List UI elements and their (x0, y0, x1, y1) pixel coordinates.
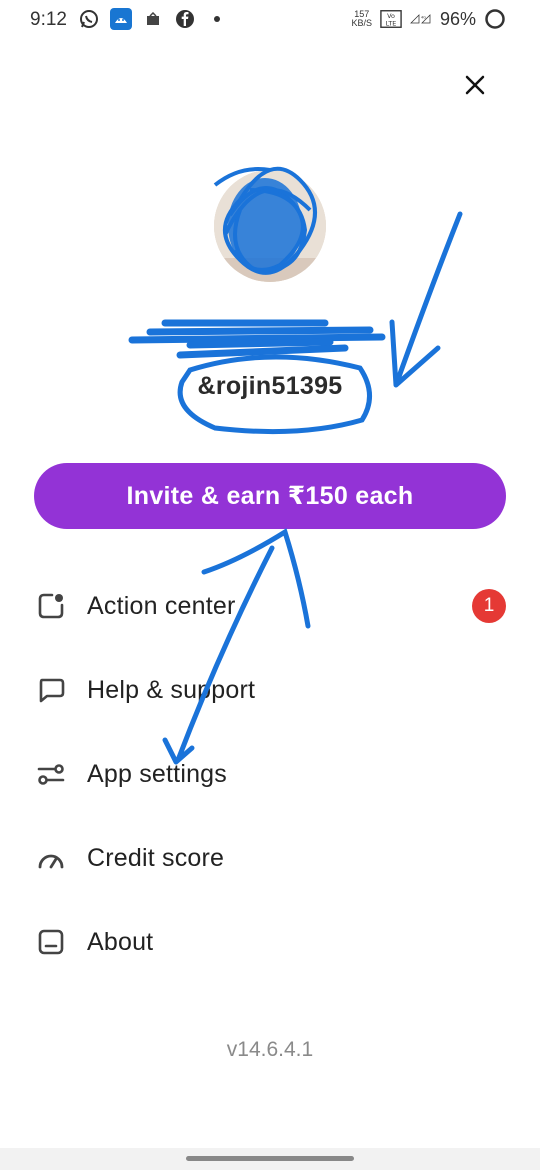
notification-icon (142, 8, 164, 30)
notification-badge: 1 (472, 589, 506, 623)
battery-icon (484, 8, 506, 30)
invite-button[interactable]: Invite & earn ₹150 each (34, 463, 506, 529)
signal-icon: 4G (410, 8, 432, 30)
close-icon (465, 75, 485, 95)
username: &rojin51395 (197, 372, 343, 400)
volte-icon: Vo LTE (380, 8, 402, 30)
status-time: 9:12 (30, 9, 67, 30)
menu-label: Help & support (87, 675, 256, 704)
svg-text:4G: 4G (421, 16, 426, 20)
settings-sliders-icon (36, 759, 66, 789)
close-button[interactable] (460, 70, 490, 100)
network-speed: 157 KB/S (351, 9, 372, 28)
whatsapp-icon (78, 8, 100, 30)
chat-icon (36, 675, 66, 705)
menu-label: Credit score (87, 843, 225, 872)
battery-percent: 96% (439, 8, 476, 29)
menu-item-credit-score[interactable]: Credit score (0, 816, 540, 900)
action-center-icon (36, 591, 66, 621)
menu-item-action-center[interactable]: Action center 1 (0, 564, 540, 648)
menu-item-help-support[interactable]: Help & support (0, 648, 540, 732)
display-name (140, 318, 400, 354)
menu-item-about[interactable]: About (0, 900, 540, 984)
menu-label: App settings (87, 759, 227, 788)
app-version: v14.6.4.1 (226, 1038, 314, 1061)
menu-item-app-settings[interactable]: App settings (0, 732, 540, 816)
facebook-icon (174, 8, 196, 30)
avatar[interactable] (214, 170, 326, 282)
status-bar: 9:12 157 KB/S Vo LTE 4G 96% (0, 0, 540, 40)
gauge-icon (36, 843, 66, 873)
about-icon (36, 927, 66, 957)
menu-list: Action center 1 Help & support App setti… (0, 564, 540, 984)
home-handle[interactable] (186, 1156, 354, 1161)
menu-label: About (87, 927, 154, 956)
menu-label: Action center (87, 591, 236, 620)
dot-icon (206, 8, 228, 30)
svg-text:LTE: LTE (386, 19, 397, 27)
arrow-to-username (389, 211, 463, 388)
system-nav-bar (0, 1148, 540, 1170)
android-icon (110, 8, 132, 30)
